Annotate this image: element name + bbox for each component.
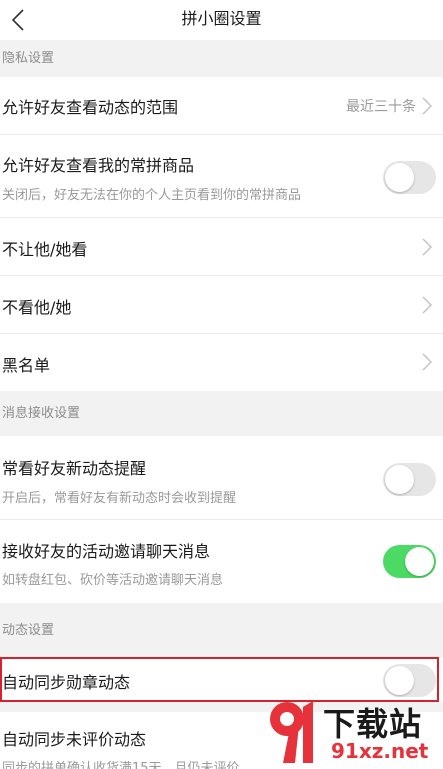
- row-label: 自动同步未评价动态: [2, 730, 147, 749]
- row-block-them[interactable]: 不让他/她看: [0, 218, 443, 276]
- new-moments-toggle[interactable]: [383, 463, 436, 496]
- row-label: 不让他/她看: [2, 240, 88, 259]
- row-label: 常看好友新动态提醒: [2, 459, 147, 478]
- row-label: 不看他/她: [2, 298, 72, 317]
- toggle-knob: [385, 666, 414, 695]
- chevron-right-icon: [422, 97, 433, 115]
- row-moments-scope[interactable]: 允许好友查看动态的范围 最近三十条: [0, 77, 443, 135]
- toggle-knob: [385, 163, 414, 192]
- scope-value: 最近三十条: [346, 99, 416, 115]
- chevron-right-icon: [422, 296, 433, 314]
- toggle-knob: [385, 465, 414, 494]
- chevron-right-icon: [422, 238, 433, 256]
- row-blacklist[interactable]: 黑名单: [0, 334, 443, 391]
- row-label: 允许好友查看动态的范围: [2, 98, 179, 117]
- row-description: 如转盘红包、砍价等活动邀请聊天消息: [2, 573, 224, 588]
- section-header-moments: 动态设置: [2, 623, 55, 638]
- section-header-privacy: 隐私设置: [2, 51, 55, 66]
- frequent-products-toggle[interactable]: [383, 161, 436, 194]
- watermark-url: 91xz.net: [331, 739, 429, 763]
- nav-bar: 拼小圈设置: [0, 0, 443, 40]
- row-description: 同步的拼单确认收货满15天，且仍未评价: [2, 761, 240, 769]
- row-label: 接收好友的活动邀请聊天消息: [2, 542, 211, 561]
- row-description: 关闭后，好友无法在你的个人主页看到你的常拼商品: [2, 188, 302, 203]
- row-activity-invites: 接收好友的活动邀请聊天消息 如转盘红包、砍价等活动邀请聊天消息: [0, 520, 443, 603]
- row-frequent-products: 允许好友查看我的常拼商品 关闭后，好友无法在你的个人主页看到你的常拼商品: [0, 135, 443, 218]
- row-description: 开启后，常看好友有新动态时会收到提醒: [2, 491, 237, 506]
- chevron-left-icon: [11, 9, 24, 31]
- activity-invites-toggle[interactable]: [383, 545, 436, 578]
- section-header-messages: 消息接收设置: [2, 406, 81, 421]
- row-badge-sync: 自动同步勋章动态: [0, 658, 443, 702]
- row-label: 自动同步勋章动态: [2, 673, 131, 692]
- badge-sync-toggle[interactable]: [383, 664, 436, 697]
- watermark-logo: 下载站 91xz.net: [265, 697, 443, 769]
- row-new-moments-reminder: 常看好友新动态提醒 开启后，常看好友有新动态时会收到提醒: [0, 436, 443, 520]
- toggle-knob: [405, 547, 434, 576]
- back-button[interactable]: [0, 0, 36, 40]
- logo-mark-icon: [270, 701, 313, 763]
- chevron-right-icon: [422, 353, 433, 371]
- row-label: 黑名单: [2, 356, 51, 375]
- row-hide-them[interactable]: 不看他/她: [0, 276, 443, 334]
- page-title: 拼小圈设置: [181, 9, 262, 28]
- row-label: 允许好友查看我的常拼商品: [2, 156, 195, 175]
